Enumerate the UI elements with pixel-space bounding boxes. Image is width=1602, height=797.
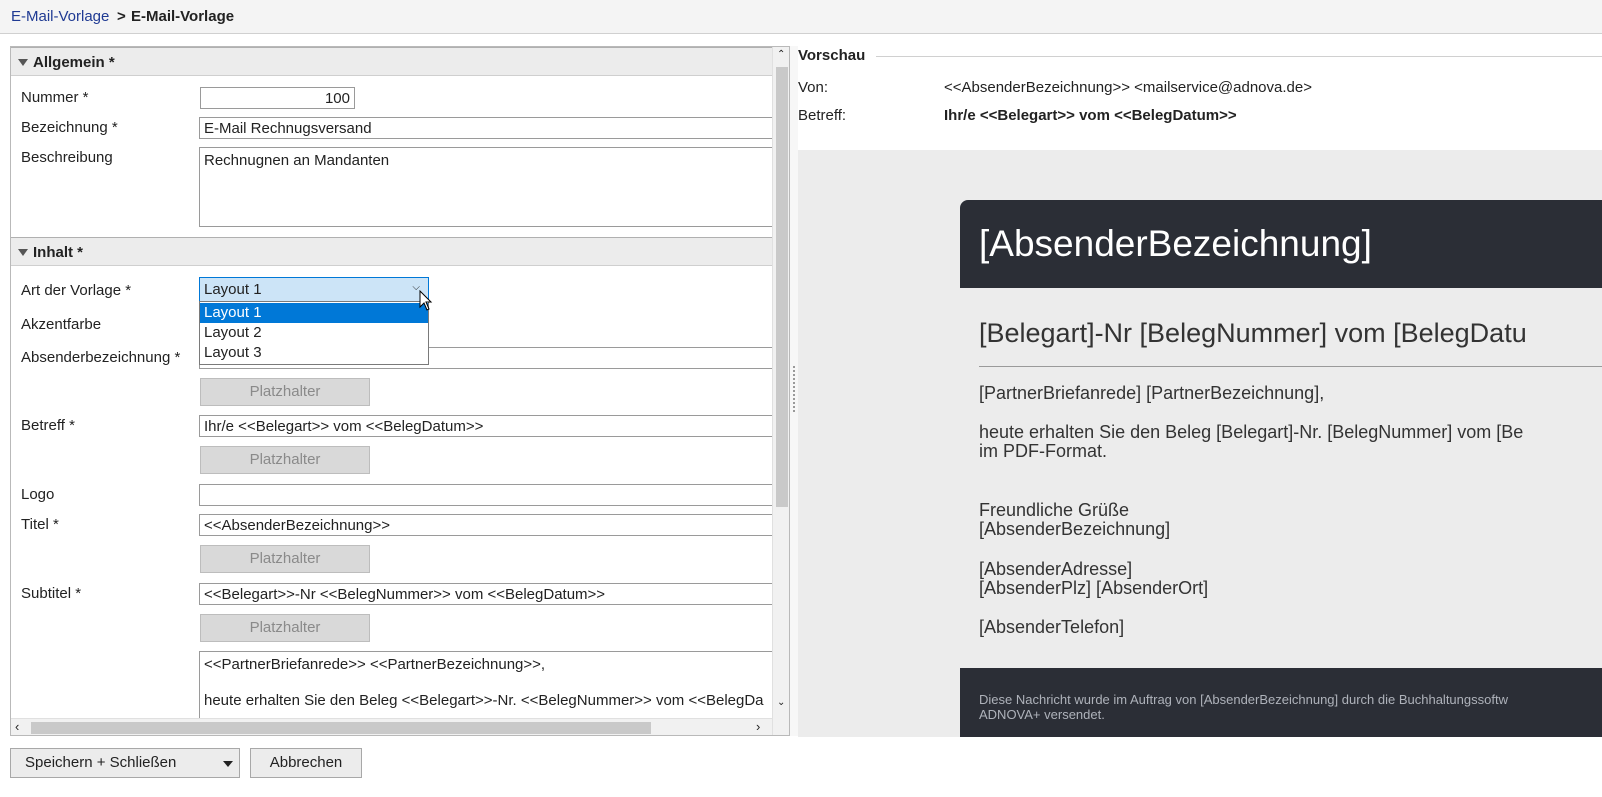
mail-card: [AbsenderBezeichnung] [Belegart]-Nr [Bel…	[960, 200, 1602, 737]
mail-address-2: [AbsenderPlz] [AbsenderOrt]	[979, 578, 1209, 598]
scroll-right-icon[interactable]: ›	[756, 719, 760, 734]
mail-header: [AbsenderBezeichnung]	[960, 200, 1602, 288]
pane-splitter[interactable]	[790, 46, 798, 736]
mail-text-line-1: heute erhalten Sie den Beleg [Belegart]-…	[979, 422, 1524, 442]
mail-text-line-2: im PDF-Format.	[979, 441, 1107, 461]
breadcrumb-parent-link[interactable]: E-Mail-Vorlage	[11, 8, 109, 25]
mail-address-1: [AbsenderAdresse]	[979, 559, 1133, 579]
preview-subject-value: Ihr/e <<Belegart>> vom <<BelegDatum>>	[944, 107, 1237, 124]
template-type-label: Art der Vorlage *	[21, 282, 132, 299]
logo-label: Logo	[21, 486, 55, 503]
template-type-options: Layout 1 Layout 2 Layout 3	[199, 301, 429, 365]
subject-input[interactable]: Ihr/e <<Belegart>> vom <<BelegDatum>>	[199, 415, 789, 437]
mail-body: [Belegart]-Nr [BelegNummer] vom [BelegDa…	[960, 288, 1602, 668]
vertical-scroll-thumb[interactable]	[776, 67, 788, 507]
collapse-triangle-icon	[18, 59, 28, 66]
preview-from-label: Von:	[798, 79, 829, 96]
save-close-label: Speichern + Schließen	[25, 754, 177, 771]
breadcrumb-separator: >	[117, 8, 126, 25]
splitter-grip-icon	[793, 366, 795, 412]
name-label: Bezeichnung *	[21, 119, 118, 136]
sender-placeholder-button[interactable]: Platzhalter	[200, 378, 370, 406]
accent-color-label: Akzentfarbe	[21, 316, 102, 333]
preview-from-value: <<AbsenderBezeichnung>> <mailservice@adn…	[944, 79, 1312, 96]
form-pane: Allgemein * Nummer * 100 Bezeichnung * E…	[10, 46, 790, 736]
scroll-left-icon[interactable]: ‹	[15, 719, 19, 734]
mail-closing-1: Freundliche Grüße	[979, 500, 1130, 520]
number-label: Nummer *	[21, 89, 89, 106]
name-input[interactable]: E-Mail Rechnugsversand	[199, 117, 789, 139]
logo-input[interactable]	[199, 484, 789, 506]
title-placeholder-button[interactable]: Platzhalter	[200, 545, 370, 573]
mail-divider	[979, 366, 1602, 367]
mail-header-title: [AbsenderBezeichnung]	[979, 223, 1372, 264]
mail-subtitle: [Belegart]-Nr [BelegNummer] vom [BelegDa…	[979, 318, 1527, 348]
horizontal-scroll-thumb[interactable]	[31, 722, 651, 734]
mail-greeting: [PartnerBriefanrede] [PartnerBezeichnung…	[979, 383, 1325, 403]
preview-subject-label: Betreff:	[798, 107, 847, 124]
section-content-header[interactable]: Inhalt *	[11, 237, 789, 266]
option-layout-2[interactable]: Layout 2	[200, 323, 428, 343]
scroll-down-icon[interactable]: ⌄	[777, 697, 785, 708]
sender-name-label: Absenderbezeichnung *	[21, 349, 181, 366]
title-input[interactable]: <<AbsenderBezeichnung>>	[199, 514, 789, 536]
cancel-button[interactable]: Abbrechen	[250, 748, 362, 778]
subtitle-input[interactable]: <<Belegart>>-Nr <<BelegNummer>> vom <<Be…	[199, 583, 789, 605]
dropdown-arrow-icon[interactable]	[223, 761, 233, 767]
template-type-select[interactable]: Layout 1 ⌵	[199, 277, 429, 302]
subtitle-placeholder-button[interactable]: Platzhalter	[200, 614, 370, 642]
section-general-header[interactable]: Allgemein *	[11, 47, 789, 76]
mail-preview-canvas: [AbsenderBezeichnung] [Belegart]-Nr [Bel…	[798, 150, 1602, 737]
horizontal-scrollbar[interactable]: ‹ ›	[11, 718, 772, 735]
scroll-up-icon[interactable]: ⌃	[777, 49, 785, 60]
option-layout-1[interactable]: Layout 1	[200, 303, 428, 323]
body-textarea[interactable]: <<PartnerBriefanrede>> <<PartnerBezeichn…	[199, 651, 789, 721]
subject-label: Betreff *	[21, 417, 75, 434]
breadcrumb: E-Mail-Vorlage > E-Mail-Vorlage	[0, 0, 1602, 34]
preview-divider	[876, 56, 1602, 57]
mouse-cursor-icon	[419, 290, 433, 311]
mail-footer-line-1: Diese Nachricht wurde im Auftrag von [Ab…	[979, 692, 1508, 707]
title-label: Titel *	[21, 516, 59, 533]
body-line-2: heute erhalten Sie den Beleg <<Belegart>…	[204, 692, 764, 709]
number-input[interactable]: 100	[200, 87, 355, 109]
mail-footer: Diese Nachricht wurde im Auftrag von [Ab…	[960, 668, 1602, 737]
mail-phone: [AbsenderTelefon]	[979, 617, 1125, 637]
save-close-button[interactable]: Speichern + Schließen	[10, 748, 240, 778]
mail-closing-2: [AbsenderBezeichnung]	[979, 519, 1171, 539]
subtitle-label: Subtitel *	[21, 585, 82, 602]
body-line-1: <<PartnerBriefanrede>> <<PartnerBezeichn…	[204, 656, 546, 673]
option-layout-3[interactable]: Layout 3	[200, 343, 428, 363]
section-general-title: Allgemein *	[33, 54, 115, 71]
section-content-title: Inhalt *	[33, 244, 84, 261]
description-textarea[interactable]: Rechnugnen an Mandanten	[199, 147, 789, 227]
vertical-scrollbar[interactable]: ⌃ ⌄	[772, 47, 789, 735]
template-type-value: Layout 1	[204, 281, 262, 298]
collapse-triangle-icon	[18, 249, 28, 256]
breadcrumb-current: E-Mail-Vorlage	[131, 8, 235, 25]
preview-title: Vorschau	[798, 47, 866, 64]
subject-placeholder-button[interactable]: Platzhalter	[200, 446, 370, 474]
mail-footer-line-2: ADNOVA+ versendet.	[979, 707, 1105, 722]
description-label: Beschreibung	[21, 149, 113, 166]
